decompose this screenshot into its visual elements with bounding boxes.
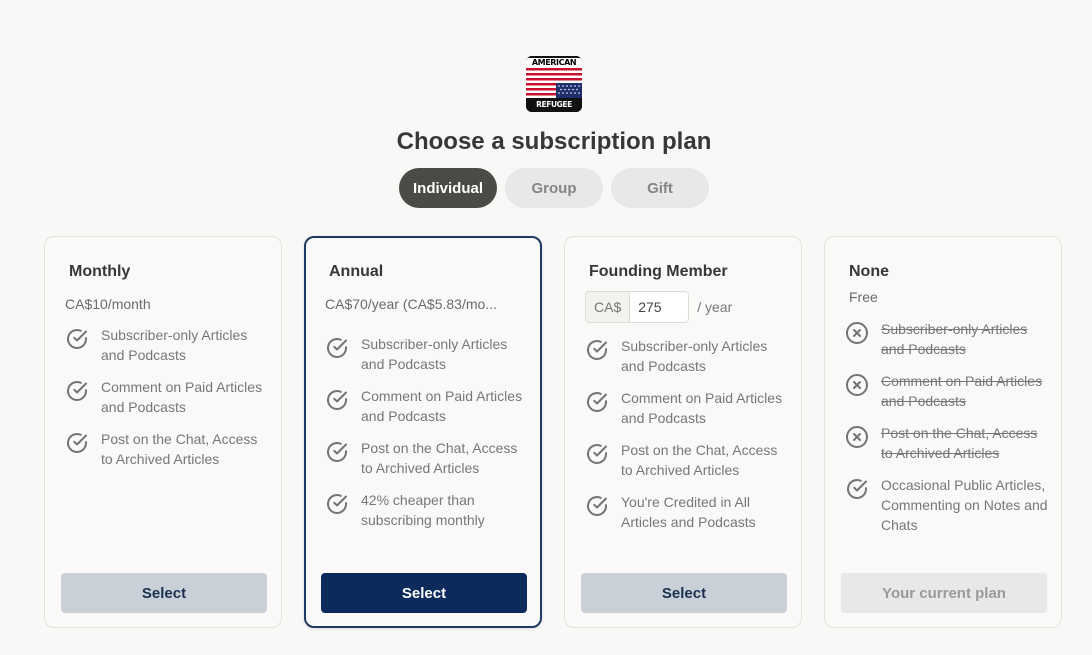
- x-circle-icon: [846, 426, 868, 448]
- tab-individual[interactable]: Individual: [399, 168, 497, 208]
- feature-item: Post on the Chat, Access to Archived Art…: [585, 440, 789, 480]
- check-circle-icon: [67, 329, 87, 349]
- plan-name: None: [849, 263, 889, 280]
- x-circle-icon: [846, 374, 868, 396]
- feature-item-excluded: Post on the Chat, Access to Archived Art…: [845, 423, 1049, 463]
- plan-card-annual[interactable]: Annual CA$70/year (CA$5.83/mo... Subscri…: [304, 236, 542, 628]
- amount-suffix: / year: [697, 299, 733, 315]
- publication-logo: AMERICAN REFUGEE: [526, 56, 582, 112]
- feature-item: Subscriber-only Articles and Podcasts: [65, 325, 269, 365]
- logo-top-text: AMERICAN: [526, 58, 582, 68]
- select-annual-button[interactable]: Select: [321, 573, 527, 613]
- check-circle-icon: [327, 442, 347, 462]
- logo-bottom-text: REFUGEE: [536, 100, 572, 109]
- currency-label: CA$: [586, 292, 631, 322]
- custom-amount-row: CA$ / year: [585, 291, 732, 323]
- amount-input[interactable]: [630, 292, 689, 322]
- check-circle-icon: [327, 338, 347, 358]
- feature-item: Comment on Paid Articles and Podcasts: [585, 388, 789, 428]
- select-monthly-button[interactable]: Select: [61, 573, 267, 613]
- feature-text: Subscriber-only Articles and Podcasts: [101, 327, 248, 363]
- select-founding-member-button[interactable]: Select: [581, 573, 787, 613]
- feature-item-excluded: Comment on Paid Articles and Podcasts: [845, 371, 1049, 411]
- feature-list: Subscriber-only Articles and Podcasts Co…: [325, 334, 528, 542]
- plan-card-founding-member[interactable]: Founding Member CA$ / year Subscriber-on…: [564, 236, 802, 628]
- feature-text: Subscriber-only Articles and Podcasts: [881, 321, 1028, 357]
- feature-item: 42% cheaper than subscribing monthly: [325, 490, 528, 530]
- feature-item: Subscriber-only Articles and Podcasts: [325, 334, 528, 374]
- feature-item: You're Credited in All Articles and Podc…: [585, 492, 789, 532]
- check-circle-icon: [67, 433, 87, 453]
- feature-text: Post on the Chat, Access to Archived Art…: [621, 442, 778, 478]
- check-circle-icon: [67, 381, 87, 401]
- feature-text: Comment on Paid Articles and Podcasts: [101, 379, 263, 415]
- check-circle-icon: [327, 494, 347, 514]
- feature-item: Occasional Public Articles, Commenting o…: [845, 475, 1049, 535]
- feature-text: Subscriber-only Articles and Podcasts: [621, 338, 768, 374]
- current-plan-button: Your current plan: [841, 573, 1047, 613]
- feature-item: Post on the Chat, Access to Archived Art…: [65, 429, 269, 469]
- feature-text: Post on the Chat, Access to Archived Art…: [361, 440, 518, 476]
- plan-name: Founding Member: [589, 263, 728, 280]
- tab-group[interactable]: Group: [505, 168, 603, 208]
- check-circle-icon: [847, 479, 867, 499]
- feature-item: Comment on Paid Articles and Podcasts: [65, 377, 269, 417]
- plan-price: CA$10/month: [65, 296, 151, 312]
- feature-item: Subscriber-only Articles and Podcasts: [585, 336, 789, 376]
- feature-list: Subscriber-only Articles and Podcasts Co…: [65, 325, 269, 481]
- feature-list: Subscriber-only Articles and Podcasts Co…: [845, 319, 1049, 547]
- feature-text: Post on the Chat, Access to Archived Art…: [881, 425, 1038, 461]
- feature-item: Comment on Paid Articles and Podcasts: [325, 386, 528, 426]
- plan-card-none[interactable]: None Free Subscriber-only Articles and P…: [824, 236, 1062, 628]
- feature-text: Comment on Paid Articles and Podcasts: [361, 388, 523, 424]
- feature-text: Post on the Chat, Access to Archived Art…: [101, 431, 258, 467]
- plan-price: CA$70/year (CA$5.83/mo...: [325, 296, 497, 312]
- feature-item: Post on the Chat, Access to Archived Art…: [325, 438, 528, 478]
- plan-name: Monthly: [69, 263, 131, 280]
- custom-amount-field: CA$: [585, 291, 690, 323]
- check-circle-icon: [327, 390, 347, 410]
- page-title: Choose a subscription plan: [396, 128, 712, 155]
- x-circle-icon: [846, 322, 868, 344]
- tab-gift[interactable]: Gift: [611, 168, 709, 208]
- feature-text: Comment on Paid Articles and Podcasts: [881, 373, 1043, 409]
- feature-text: Occasional Public Articles, Commenting o…: [881, 477, 1048, 533]
- feature-text: Comment on Paid Articles and Podcasts: [621, 390, 783, 426]
- plan-name: Annual: [329, 263, 384, 280]
- check-circle-icon: [587, 392, 607, 412]
- feature-text: 42% cheaper than subscribing monthly: [361, 492, 485, 528]
- check-circle-icon: [587, 496, 607, 516]
- check-circle-icon: [587, 444, 607, 464]
- plan-price: Free: [849, 289, 878, 305]
- feature-item-excluded: Subscriber-only Articles and Podcasts: [845, 319, 1049, 359]
- feature-text: Subscriber-only Articles and Podcasts: [361, 336, 508, 372]
- feature-list: Subscriber-only Articles and Podcasts Co…: [585, 336, 789, 544]
- plan-card-monthly[interactable]: Monthly CA$10/month Subscriber-only Arti…: [44, 236, 282, 628]
- feature-text: You're Credited in All Articles and Podc…: [621, 494, 756, 530]
- check-circle-icon: [587, 340, 607, 360]
